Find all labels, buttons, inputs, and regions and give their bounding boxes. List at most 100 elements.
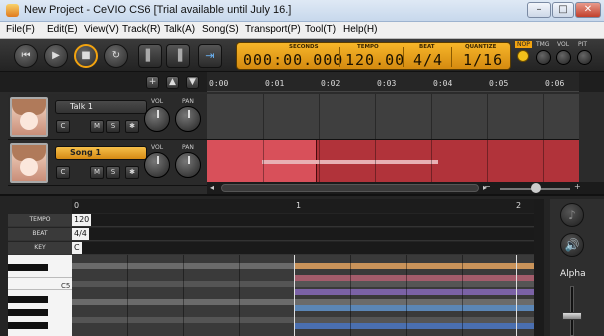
piano-roll[interactable]	[72, 255, 534, 336]
cevio-window: New Project - CeVIO CS6 [Trial available…	[0, 0, 604, 336]
move-up-icon[interactable]: ▲	[166, 76, 179, 89]
ruler-label: 0	[74, 201, 80, 210]
quantize-label: QUANTIZE	[465, 44, 497, 50]
menu-bar: File(F) Edit(E) View(V) Track(R) Talk(A)…	[0, 22, 604, 39]
tempo-marker[interactable]: 120	[72, 214, 92, 226]
beat-value[interactable]: 4/4	[413, 51, 443, 69]
ruler-label: 0:01	[265, 79, 285, 88]
fx-icon[interactable]: ✱	[125, 166, 139, 179]
tmg-knob[interactable]	[536, 50, 551, 65]
rewind-icon[interactable]: ⏮	[14, 44, 38, 68]
tmg-label: TMG	[536, 41, 550, 48]
note-mode-icon[interactable]: ♪	[560, 203, 584, 227]
menu-tool[interactable]: Tool(T)	[305, 24, 336, 35]
pan-knob[interactable]	[175, 152, 201, 178]
add-track-icon[interactable]: +	[146, 76, 159, 89]
title-bar: New Project - CeVIO CS6 [Trial available…	[0, 0, 604, 22]
loop-start-icon[interactable]: ▌	[138, 44, 162, 68]
scroll-left-icon[interactable]: ◂	[210, 183, 214, 192]
maximize-button[interactable]: □	[552, 2, 574, 18]
piano-key-label: C5	[61, 282, 71, 290]
param-label: BEAT	[8, 228, 72, 240]
loop-icon[interactable]: ↻	[104, 44, 128, 68]
key-marker[interactable]: C	[72, 242, 82, 254]
tempo-value[interactable]: 120.00	[345, 51, 405, 69]
nop-indicator[interactable]	[517, 50, 529, 62]
quantize-value[interactable]: 1/16	[463, 51, 503, 69]
menu-talk[interactable]: Talk(A)	[164, 24, 195, 35]
pan-label: PAN	[182, 144, 194, 151]
transport-display: SECONDS 000:00.000 TEMPO 120.00 BEAT 4/4…	[236, 42, 511, 70]
app-icon	[6, 4, 19, 17]
mode-button[interactable]: C	[56, 120, 70, 133]
piano-keyboard[interactable]: C5	[8, 255, 72, 336]
tempo-label: TEMPO	[357, 44, 379, 50]
track-header-song[interactable]: Song 1 C M S ✱ VOL PAN	[8, 140, 207, 186]
beat-label: BEAT	[419, 44, 435, 50]
export-icon[interactable]: ⇥	[198, 44, 222, 68]
play-icon[interactable]: ▶	[44, 44, 68, 68]
solo-button[interactable]: S	[106, 120, 120, 133]
alpha-slider-knob[interactable]	[562, 312, 582, 320]
zoom-slider-knob[interactable]	[531, 183, 541, 193]
master-vol-knob[interactable]	[556, 50, 571, 65]
vol-label: VOL	[151, 144, 164, 151]
vol-label: VOL	[557, 41, 570, 48]
vertical-scrollbar[interactable]	[534, 199, 544, 336]
volume-knob[interactable]	[144, 152, 170, 178]
pit-knob[interactable]	[577, 50, 592, 65]
stop-icon[interactable]: ■	[74, 44, 98, 68]
track-name[interactable]: Talk 1	[55, 100, 147, 114]
param-label: KEY	[8, 242, 72, 254]
param-label: TEMPO	[8, 214, 72, 226]
speaker-icon[interactable]: 🔊	[560, 233, 584, 257]
pan-label: PAN	[182, 98, 194, 105]
menu-song[interactable]: Song(S)	[202, 24, 239, 35]
menu-edit[interactable]: Edit(E)	[47, 24, 78, 35]
tempo-row: TEMPO 120	[8, 214, 534, 227]
ruler-label: 0:00	[209, 79, 229, 88]
scroll-thumb[interactable]	[221, 184, 479, 192]
mute-button[interactable]: M	[90, 166, 104, 179]
menu-help[interactable]: Help(H)	[343, 24, 377, 35]
zoom-in-icon[interactable]: +	[574, 182, 581, 191]
menu-track[interactable]: Track(R)	[122, 24, 161, 35]
alpha-label: Alpha	[560, 269, 586, 279]
mode-button[interactable]: C	[56, 166, 70, 179]
loop-end-icon[interactable]: ▐	[166, 44, 190, 68]
track-header-talk[interactable]: Talk 1 C M S ✱ VOL PAN	[8, 94, 207, 140]
avatar	[10, 143, 48, 183]
beat-marker[interactable]: 4/4	[72, 228, 89, 240]
seconds-label: SECONDS	[289, 44, 319, 50]
zoom-out-icon[interactable]: −	[484, 182, 491, 191]
mute-button[interactable]: M	[90, 120, 104, 133]
volume-knob[interactable]	[144, 106, 170, 132]
solo-button[interactable]: S	[106, 166, 120, 179]
ruler-label: 0:05	[489, 79, 509, 88]
editor-side-panel: ♪ 🔊 Alpha	[550, 199, 604, 336]
transport-toolbar: ⏮ ▶ ■ ↻ ▌ ▐ ⇥ SECONDS 000:00.000 TEMPO 1…	[0, 39, 604, 72]
pan-knob[interactable]	[175, 106, 201, 132]
menu-transport[interactable]: Transport(P)	[245, 24, 301, 35]
move-down-icon[interactable]: ▼	[186, 76, 199, 89]
ruler-label: 0:03	[377, 79, 397, 88]
song-lane[interactable]	[207, 140, 579, 186]
ruler-label: 2	[516, 201, 522, 210]
clip-notes	[262, 160, 438, 164]
beat-row: BEAT 4/4	[8, 228, 534, 241]
fx-icon[interactable]: ✱	[125, 120, 139, 133]
editor-ruler[interactable]: 0 1 2	[72, 199, 534, 213]
pit-label: PIT	[578, 41, 588, 48]
lcd-divider	[451, 47, 452, 67]
window-title: New Project - CeVIO CS6 [Trial available…	[24, 4, 292, 16]
menu-view[interactable]: View(V)	[84, 24, 119, 35]
minimize-button[interactable]: –	[527, 2, 551, 18]
track-name[interactable]: Song 1	[55, 146, 147, 160]
key-row: KEY C	[8, 242, 534, 255]
alpha-slider[interactable]	[570, 286, 574, 336]
close-button[interactable]: ✕	[575, 2, 601, 18]
lcd-divider	[403, 47, 404, 67]
talk-lane[interactable]	[207, 94, 579, 140]
timeline-ruler[interactable]: 0:00 0:01 0:02 0:03 0:04 0:05 0:06	[207, 72, 579, 92]
menu-file[interactable]: File(F)	[6, 24, 35, 35]
